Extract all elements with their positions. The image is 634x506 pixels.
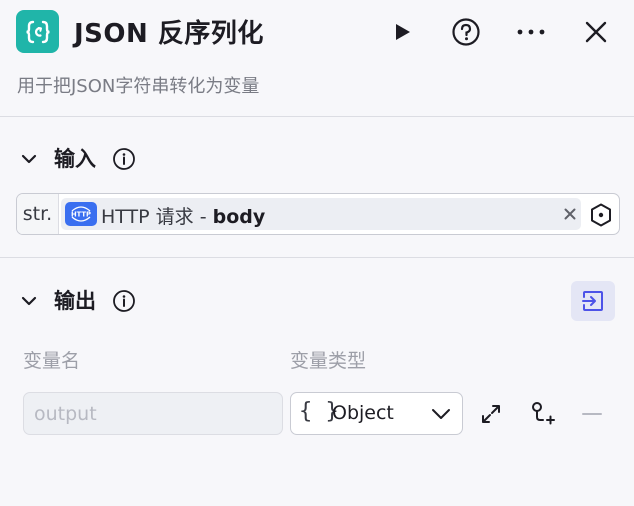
divider: [0, 116, 634, 117]
input-section-header[interactable]: 输入: [0, 143, 634, 175]
add-child-field-button[interactable]: [528, 400, 556, 428]
chevron-down-icon[interactable]: [19, 149, 39, 169]
close-icon: [585, 21, 607, 43]
help-button[interactable]: [448, 14, 484, 50]
http-icon-label: HTTP: [71, 211, 91, 219]
more-icon: [517, 29, 545, 35]
variable-picker-icon[interactable]: [588, 202, 614, 228]
column-header-name: 变量名: [23, 350, 81, 372]
chevron-down-icon: [432, 409, 450, 419]
expand-icon: [482, 405, 500, 423]
login-import-icon: [582, 291, 603, 311]
run-button[interactable]: [384, 14, 420, 50]
minus-icon: [582, 413, 602, 415]
import-output-button[interactable]: [571, 281, 615, 321]
json-braces-icon: [16, 10, 59, 53]
close-icon: [564, 208, 576, 220]
reference-field: body: [212, 206, 266, 228]
output-section-title: 输出: [54, 289, 96, 313]
http-node-icon: HTTP: [65, 202, 97, 226]
page-title: JSON 反序列化: [74, 19, 264, 49]
help-icon: [452, 18, 480, 46]
output-section-header[interactable]: 输出: [0, 285, 634, 317]
divider: [0, 257, 634, 258]
play-icon: [396, 24, 410, 40]
output-type-select[interactable]: { } Object: [290, 392, 463, 435]
panel-header: JSON 反序列化: [0, 0, 634, 64]
input-section-title: 输入: [54, 147, 96, 171]
output-name-input[interactable]: [23, 392, 283, 435]
chevron-down-icon[interactable]: [19, 291, 39, 311]
variable-reference-label: HTTP 请求 - body: [101, 202, 265, 229]
info-icon[interactable]: [112, 147, 136, 171]
close-button[interactable]: [578, 14, 614, 50]
add-child-node-icon: [532, 402, 555, 425]
expand-button[interactable]: [477, 400, 505, 428]
more-button[interactable]: [513, 14, 549, 50]
variable-reference-chip[interactable]: HTTP HTTP 请求 - body: [61, 198, 581, 230]
remove-field-button[interactable]: [578, 400, 606, 428]
column-header-type: 变量类型: [290, 350, 367, 372]
param-type-tag: str.: [17, 194, 59, 234]
reference-source: HTTP 请求 -: [101, 206, 213, 228]
input-param-row[interactable]: str. HTTP HTTP 请求 - body: [16, 193, 620, 235]
node-description: 用于把JSON字符串转化为变量: [17, 76, 260, 97]
node-config-panel: JSON 反序列化 用于把JSON字符串转化为变量 输入 str. HTTP H…: [0, 0, 634, 506]
remove-reference-button[interactable]: [561, 205, 579, 223]
selected-type-value: Object: [332, 402, 394, 424]
info-icon[interactable]: [112, 289, 136, 313]
